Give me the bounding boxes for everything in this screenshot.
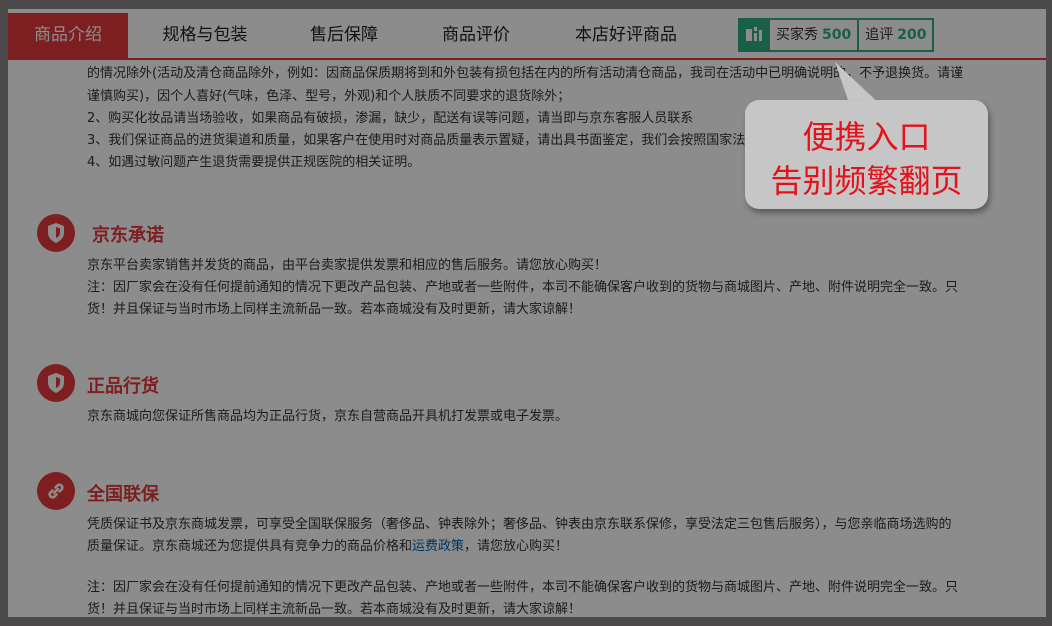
callout-line: 便携入口	[802, 118, 931, 156]
callout-line: 告别频繁翻页	[770, 162, 963, 200]
feature-callout: 便携入口 告别频繁翻页	[745, 100, 988, 209]
